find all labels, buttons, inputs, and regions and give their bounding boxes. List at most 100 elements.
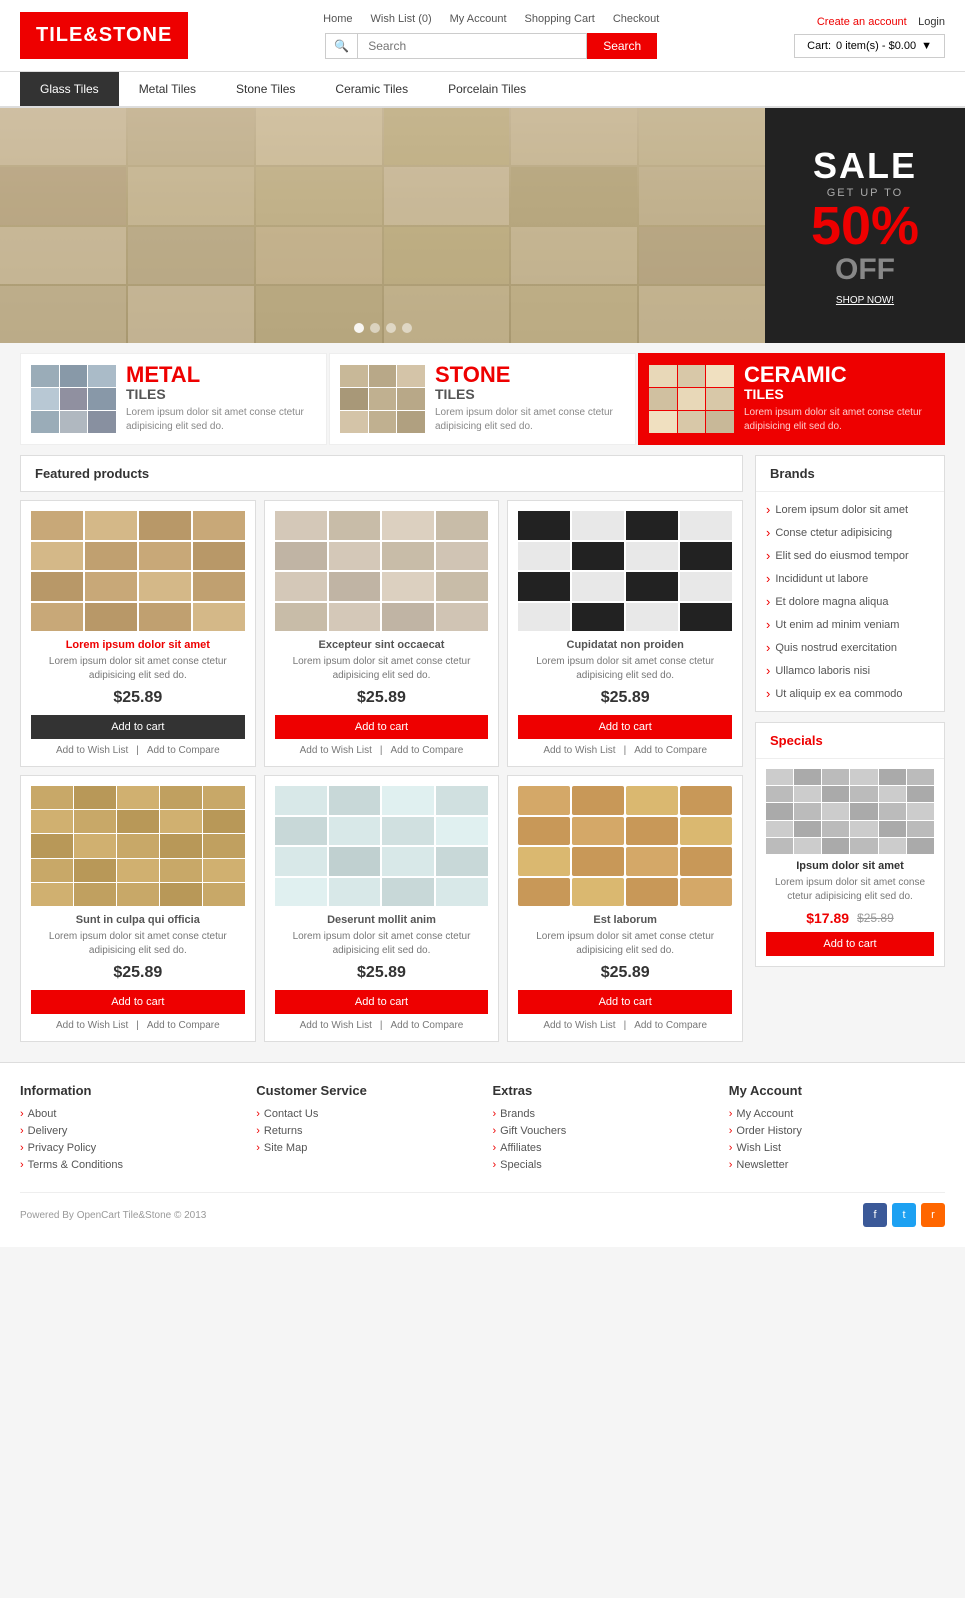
footer-specials[interactable]: ›Specials — [493, 1159, 709, 1171]
brand-item-8[interactable]: ›Ullamco laboris nisi — [766, 659, 934, 682]
footer-gift-vouchers[interactable]: ›Gift Vouchers — [493, 1125, 709, 1137]
rss-icon[interactable]: r — [921, 1203, 945, 1227]
dot-2[interactable] — [370, 323, 380, 333]
nav-checkout[interactable]: Checkout — [613, 13, 659, 25]
cart-dropdown[interactable]: Cart: 0 item(s) - $0.00 ▼ — [794, 34, 945, 58]
product-2-links: Add to Wish List | Add to Compare — [275, 745, 489, 756]
footer-information-title: Information — [20, 1083, 236, 1098]
logo[interactable]: TILE&STONE — [20, 12, 188, 59]
tab-metal-tiles[interactable]: Metal Tiles — [119, 72, 216, 106]
brand-item-4[interactable]: ›Incididunt ut labore — [766, 567, 934, 590]
product-1-add-cart[interactable]: Add to cart — [31, 715, 245, 739]
chevron-down-icon: ▼ — [921, 40, 932, 52]
tile-cat-stone-img — [340, 365, 425, 433]
brand-item-3[interactable]: ›Elit sed do eiusmod tempor — [766, 544, 934, 567]
tile-cat-stone[interactable]: STONE TILES Lorem ipsum dolor sit amet c… — [329, 353, 636, 445]
brand-item-2[interactable]: ›Conse ctetur adipisicing — [766, 521, 934, 544]
footer-privacy[interactable]: ›Privacy Policy — [20, 1142, 236, 1154]
product-4-compare[interactable]: Add to Compare — [147, 1020, 220, 1031]
product-3-wishlist[interactable]: Add to Wish List — [543, 745, 615, 756]
dot-1[interactable] — [354, 323, 364, 333]
specials-panel: Specials Ipsum dolor sit amet Lorem ipsu… — [755, 722, 945, 967]
banner-sale: SALE GET UP TO 50% OFF SHOP NOW! — [765, 108, 965, 343]
product-5-compare[interactable]: Add to Compare — [391, 1020, 464, 1031]
special-name: Ipsum dolor sit amet — [766, 860, 934, 872]
tab-stone-tiles[interactable]: Stone Tiles — [216, 72, 315, 106]
product-2-add-cart[interactable]: Add to cart — [275, 715, 489, 739]
footer-account-title: My Account — [729, 1083, 945, 1098]
nav-cart[interactable]: Shopping Cart — [525, 13, 595, 25]
shop-now-link[interactable]: SHOP NOW! — [836, 295, 894, 306]
login-link[interactable]: Login — [918, 16, 945, 28]
products-section: Featured products Lorem ipsum dolor sit … — [20, 455, 743, 1042]
product-1-price: $25.89 — [31, 689, 245, 707]
brand-item-7[interactable]: ›Quis nostrud exercitation — [766, 636, 934, 659]
product-1-wishlist[interactable]: Add to Wish List — [56, 745, 128, 756]
footer-my-account-link[interactable]: ›My Account — [729, 1108, 945, 1120]
footer-delivery[interactable]: ›Delivery — [20, 1125, 236, 1137]
product-2-price: $25.89 — [275, 689, 489, 707]
brand-item-9[interactable]: ›Ut aliquip ex ea commodo — [766, 682, 934, 705]
product-1-name: Lorem ipsum dolor sit amet — [31, 639, 245, 651]
brand-item-5[interactable]: ›Et dolore magna aliqua — [766, 590, 934, 613]
product-2-wishlist[interactable]: Add to Wish List — [300, 745, 372, 756]
twitter-icon[interactable]: t — [892, 1203, 916, 1227]
search-input[interactable] — [357, 33, 587, 59]
product-6-compare[interactable]: Add to Compare — [634, 1020, 707, 1031]
footer-copy: Powered By OpenCart Tile&Stone © 2013 — [20, 1210, 206, 1221]
footer-returns[interactable]: ›Returns — [256, 1125, 472, 1137]
main-content: Featured products Lorem ipsum dolor sit … — [20, 455, 945, 1042]
tile-cat-metal-desc: Lorem ipsum dolor sit amet conse ctetur … — [126, 406, 316, 434]
brand-item-1[interactable]: ›Lorem ipsum dolor sit amet — [766, 498, 934, 521]
tab-ceramic-tiles[interactable]: Ceramic Tiles — [315, 72, 428, 106]
footer-affiliates[interactable]: ›Affiliates — [493, 1142, 709, 1154]
footer-order-history[interactable]: ›Order History — [729, 1125, 945, 1137]
product-1-compare[interactable]: Add to Compare — [147, 745, 220, 756]
product-5-links: Add to Wish List | Add to Compare — [275, 1020, 489, 1031]
product-4-add-cart[interactable]: Add to cart — [31, 990, 245, 1014]
footer-sitemap[interactable]: ›Site Map — [256, 1142, 472, 1154]
sale-off: OFF — [835, 253, 895, 287]
create-account-link[interactable]: Create an account — [817, 16, 907, 28]
special-img — [766, 769, 934, 854]
product-5-wishlist[interactable]: Add to Wish List — [300, 1020, 372, 1031]
product-4-desc: Lorem ipsum dolor sit amet conse ctetur … — [31, 930, 245, 958]
product-card-4: Sunt in culpa qui officia Lorem ipsum do… — [20, 775, 256, 1042]
dot-3[interactable] — [386, 323, 396, 333]
product-3-compare[interactable]: Add to Compare — [634, 745, 707, 756]
footer-wish-list[interactable]: ›Wish List — [729, 1142, 945, 1154]
footer-contact[interactable]: ›Contact Us — [256, 1108, 472, 1120]
footer-brands[interactable]: ›Brands — [493, 1108, 709, 1120]
product-6-wishlist[interactable]: Add to Wish List — [543, 1020, 615, 1031]
nav-wishlist[interactable]: Wish List (0) — [371, 13, 432, 25]
footer-cols: Information ›About ›Delivery ›Privacy Po… — [20, 1083, 945, 1176]
facebook-icon[interactable]: f — [863, 1203, 887, 1227]
product-2-compare[interactable]: Add to Compare — [391, 745, 464, 756]
product-4-img — [31, 786, 245, 906]
cart-value: 0 item(s) - $0.00 — [836, 40, 916, 52]
nav-home[interactable]: Home — [323, 13, 352, 25]
product-5-name: Deserunt mollit anim — [275, 914, 489, 926]
featured-header: Featured products — [20, 455, 743, 492]
footer-newsletter[interactable]: ›Newsletter — [729, 1159, 945, 1171]
search-button[interactable]: Search — [587, 33, 657, 59]
product-4-wishlist[interactable]: Add to Wish List — [56, 1020, 128, 1031]
tile-cat-ceramic[interactable]: CERAMIC TILES Lorem ipsum dolor sit amet… — [638, 353, 945, 445]
product-5-img — [275, 786, 489, 906]
tile-cat-metal[interactable]: METAL TILES Lorem ipsum dolor sit amet c… — [20, 353, 327, 445]
product-6-add-cart[interactable]: Add to cart — [518, 990, 732, 1014]
search-form: 🔍 Search — [325, 33, 657, 59]
footer-terms[interactable]: ›Terms & Conditions — [20, 1159, 236, 1171]
footer-about[interactable]: ›About — [20, 1108, 236, 1120]
tab-glass-tiles[interactable]: Glass Tiles — [20, 72, 119, 106]
footer-customer-service: Customer Service ›Contact Us ›Returns ›S… — [256, 1083, 472, 1176]
dot-4[interactable] — [402, 323, 412, 333]
nav-myaccount[interactable]: My Account — [450, 13, 507, 25]
special-add-cart[interactable]: Add to cart — [766, 932, 934, 956]
brand-item-6[interactable]: ›Ut enim ad minim veniam — [766, 613, 934, 636]
product-5-add-cart[interactable]: Add to cart — [275, 990, 489, 1014]
special-new-price: $17.89 — [806, 910, 849, 926]
product-3-add-cart[interactable]: Add to cart — [518, 715, 732, 739]
tab-porcelain-tiles[interactable]: Porcelain Tiles — [428, 72, 546, 106]
cart-label: Cart: — [807, 40, 831, 52]
